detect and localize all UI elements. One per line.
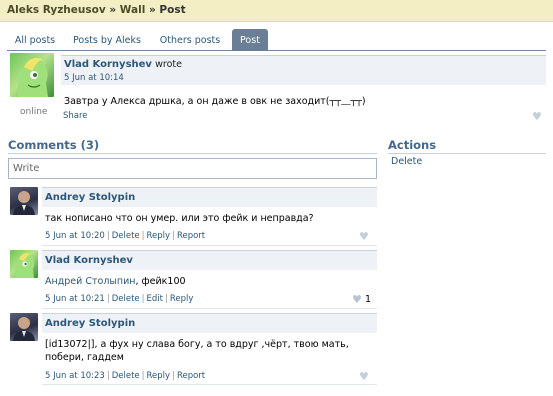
comment-meta: 5 Jun at 10:20 | Delete | Reply | Report [45, 231, 206, 241]
delete-link[interactable]: Delete [112, 231, 140, 241]
comment-item: Andrey Stolypin так нописано что он умер… [8, 187, 377, 249]
actions-title: Actions [388, 138, 437, 152]
tab-posts-by-aleks[interactable]: Posts by Aleks [67, 29, 147, 51]
post-text: Завтра у Алекса дршка, а он даже в овк н… [64, 96, 366, 107]
tab-bar: All posts Posts by Aleks Others posts Po… [7, 29, 546, 51]
online-status: online [20, 107, 48, 117]
tab-post[interactable]: Post [232, 29, 268, 51]
heart-icon[interactable]: ♥ [359, 371, 369, 382]
comment-item: Andrey Stolypin [id13072|], а фух ну сла… [8, 313, 377, 385]
tab-all-posts[interactable]: All posts [7, 29, 63, 51]
comment-date[interactable]: 5 Jun at 10:20 [45, 231, 105, 241]
divider [42, 384, 377, 385]
comment-meta: 5 Jun at 10:23 | Delete | Reply | Report [45, 371, 206, 381]
comment-text: [id13072|], а фух ну слава богу, а то вд… [45, 339, 349, 363]
reply-link[interactable]: Reply [147, 231, 171, 241]
comment-text: так нописано что он умер. или это фейк и… [45, 213, 314, 224]
wall-post: online Vlad Kornyshev wrote 5 Jun at 10:… [7, 52, 546, 126]
reply-link[interactable]: Reply [147, 371, 171, 381]
comment-date[interactable]: 5 Jun at 10:21 [45, 294, 105, 304]
breadcrumb-separator: » [148, 4, 156, 16]
reply-link[interactable]: Reply [170, 294, 194, 304]
heart-icon[interactable]: ♥ [352, 294, 362, 305]
heart-icon[interactable]: ♥ [532, 111, 542, 122]
breadcrumb-separator: » [109, 4, 117, 16]
comment-header: Vlad Kornyshev [42, 250, 377, 270]
breadcrumb: Aleks Ryzheusov » Wall » Post [0, 0, 553, 22]
man-avatar[interactable] [10, 187, 38, 215]
breadcrumb-current: Post [159, 4, 186, 16]
pony-avatar-art [14, 253, 35, 278]
divider [388, 153, 546, 154]
divider [42, 245, 377, 246]
pony-avatar-art [17, 58, 48, 97]
man-avatar[interactable] [10, 313, 38, 341]
comment-author[interactable]: Andrey Stolypin [45, 318, 135, 329]
pony-avatar[interactable] [10, 250, 38, 278]
comment-date[interactable]: 5 Jun at 10:23 [45, 371, 105, 381]
wrote-label: wrote [155, 59, 182, 70]
comments-title: Comments (3) [8, 138, 100, 152]
share-link[interactable]: Share [63, 111, 88, 121]
breadcrumb-user[interactable]: Aleks Ryzheusov [7, 4, 106, 16]
comment-item: Vlad Kornyshev Андрей Столыпин, фейк100 … [8, 250, 377, 312]
comment-header: Andrey Stolypin [42, 187, 377, 207]
delete-post-link[interactable]: Delete [391, 156, 422, 167]
man-avatar-art [13, 191, 35, 215]
man-avatar-art [13, 317, 35, 341]
post-header: Vlad Kornyshev wrote 5 Jun at 10:14 [61, 55, 546, 85]
edit-link[interactable]: Edit [147, 294, 163, 304]
post-date[interactable]: 5 Jun at 10:14 [64, 73, 546, 83]
delete-link[interactable]: Delete [112, 371, 140, 381]
breadcrumb-wall[interactable]: Wall [120, 4, 146, 16]
comment-input[interactable]: Write [8, 158, 377, 179]
divider [8, 153, 377, 154]
mention-link[interactable]: Андрей Столыпин [45, 276, 136, 287]
comment-text: Андрей Столыпин, фейк100 [45, 275, 375, 288]
delete-link[interactable]: Delete [112, 294, 140, 304]
report-link[interactable]: Report [177, 371, 205, 381]
comment-body: , фейк100 [135, 276, 186, 287]
divider [42, 308, 377, 309]
comment-author[interactable]: Vlad Kornyshev [45, 255, 133, 266]
pony-avatar[interactable] [10, 53, 54, 97]
report-link[interactable]: Report [177, 231, 205, 241]
like-count: 1 [365, 294, 372, 305]
post-author[interactable]: Vlad Kornyshev [64, 59, 152, 70]
heart-icon[interactable]: ♥ [359, 231, 369, 242]
comment-meta: 5 Jun at 10:21 | Delete | Edit | Reply [45, 294, 194, 304]
tab-others-posts[interactable]: Others posts [155, 29, 225, 51]
comment-author[interactable]: Andrey Stolypin [45, 192, 135, 203]
comment-header: Andrey Stolypin [42, 313, 377, 333]
